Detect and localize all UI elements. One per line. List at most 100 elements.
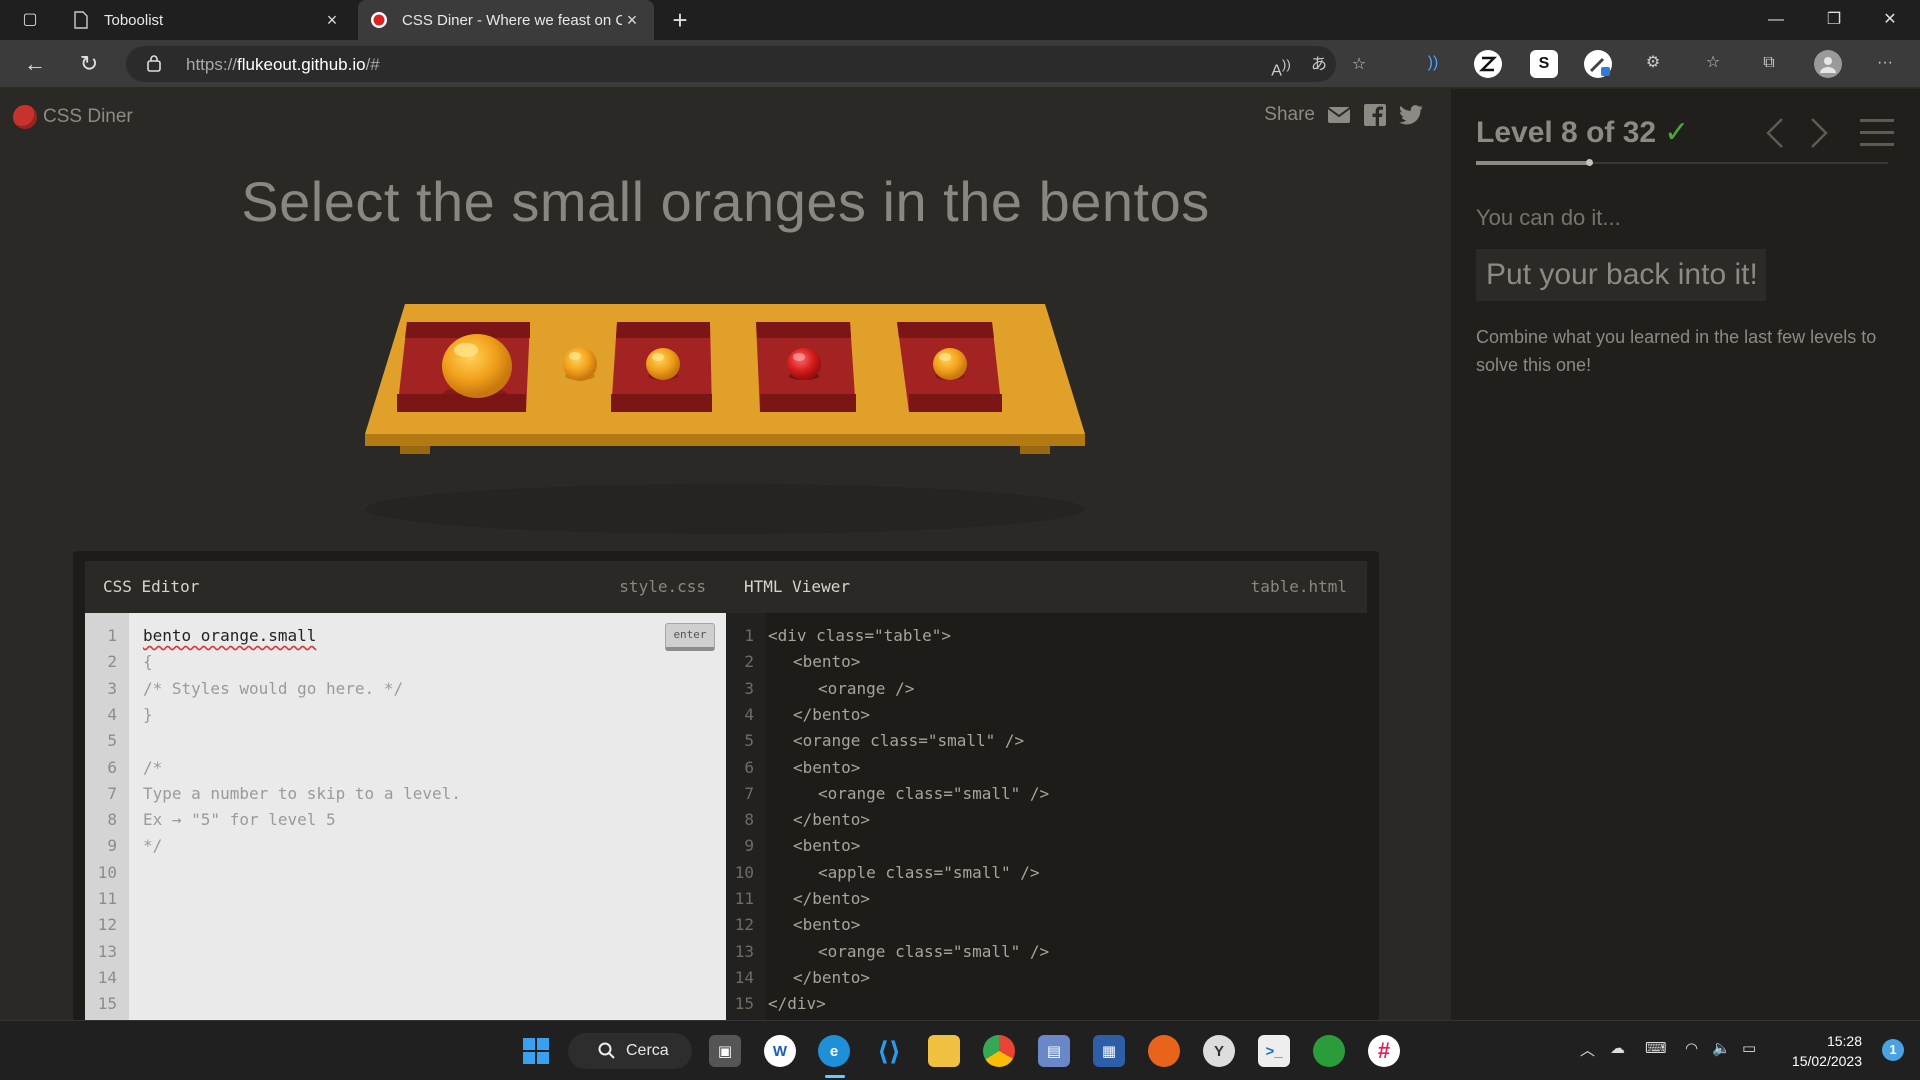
- extensions-puzzle-icon[interactable]: ⚙: [1640, 52, 1666, 74]
- previous-level-button[interactable]: [1765, 117, 1785, 154]
- task-view-icon[interactable]: ▣: [709, 1035, 741, 1067]
- signal-icon[interactable]: )): [1420, 52, 1446, 74]
- html-markup-line[interactable]: <bento>: [793, 912, 860, 938]
- tab-actions-icon[interactable]: ▢: [20, 10, 40, 30]
- html-markup-line[interactable]: </bento>: [793, 702, 870, 728]
- taskbar-clock[interactable]: 15:28 15/02/2023: [1792, 1031, 1862, 1071]
- html-markup-line[interactable]: <orange class="small" />: [793, 728, 1024, 754]
- next-level-button[interactable]: [1809, 117, 1829, 154]
- large-orange[interactable]: [442, 334, 512, 402]
- vscode-icon[interactable]: ⟨⟩: [873, 1035, 905, 1067]
- tab-css-diner[interactable]: CSS Diner - Where we feast on C ×: [358, 0, 654, 40]
- css-selector-input[interactable]: bento orange.small: [143, 623, 316, 649]
- new-tab-button[interactable]: +: [664, 4, 696, 36]
- dinner-table: [365, 304, 1085, 534]
- extension-s-icon[interactable]: S: [1530, 50, 1558, 78]
- html-markup-line[interactable]: <bento>: [793, 755, 860, 781]
- html-line-number: 3: [744, 678, 754, 698]
- back-button[interactable]: ←: [18, 48, 52, 80]
- html-line-number: 12: [734, 915, 754, 935]
- restore-button[interactable]: ❐: [1806, 0, 1862, 40]
- html-viewer-header: HTML Viewer table.html: [726, 561, 1367, 613]
- css-line-number: 6: [107, 757, 117, 777]
- css-line-number: 3: [107, 678, 117, 698]
- onedrive-icon[interactable]: ☁: [1610, 1039, 1625, 1057]
- edge-icon[interactable]: e: [818, 1035, 850, 1067]
- read-aloud-icon[interactable]: A)): [1268, 54, 1294, 79]
- html-markup-line[interactable]: <div class="table">: [768, 623, 951, 649]
- volume-icon[interactable]: 🔈: [1712, 1039, 1731, 1057]
- html-markup-line[interactable]: </bento>: [793, 807, 870, 833]
- profile-avatar[interactable]: [1814, 50, 1842, 78]
- address-input[interactable]: https://flukeout.github.io/# A)) あ ☆: [126, 46, 1366, 82]
- add-favorite-icon[interactable]: ☆: [1346, 54, 1372, 76]
- html-markup-line[interactable]: </bento>: [793, 886, 870, 912]
- clock-app-icon[interactable]: Y: [1203, 1035, 1235, 1067]
- facebook-icon[interactable]: [1363, 103, 1387, 127]
- close-tab-icon[interactable]: ×: [322, 10, 342, 31]
- slack-icon[interactable]: #: [1368, 1035, 1400, 1067]
- translate-icon[interactable]: あ: [1306, 54, 1332, 76]
- html-line-number: 8: [744, 810, 754, 830]
- database-app-icon[interactable]: ▤: [1038, 1035, 1070, 1067]
- site-logo[interactable]: CSS Diner: [13, 105, 133, 129]
- level-description: Combine what you learned in the last few…: [1476, 327, 1877, 375]
- logo-text: CSS Diner: [43, 106, 133, 127]
- battery-icon[interactable]: ▭: [1742, 1039, 1756, 1057]
- small-orange-in-bento[interactable]: [646, 348, 680, 380]
- firefox-icon[interactable]: [1148, 1035, 1180, 1067]
- tab-title: CSS Diner - Where we feast on C: [402, 11, 622, 29]
- html-markup-line[interactable]: <orange class="small" />: [818, 781, 1049, 807]
- small-orange-in-bento[interactable]: [933, 348, 967, 380]
- zotero-extension-icon[interactable]: [1474, 50, 1502, 78]
- tab-toboolist[interactable]: Toboolist ×: [60, 0, 354, 40]
- more-menu-icon[interactable]: ···: [1872, 52, 1898, 74]
- html-markup-line[interactable]: <apple class="small" />: [818, 860, 1040, 886]
- taskbar-search[interactable]: Cerca: [568, 1033, 692, 1069]
- css-code-line: {: [143, 652, 153, 672]
- html-markup-line[interactable]: </bento>: [793, 965, 870, 991]
- html-line-number: 11: [734, 889, 754, 908]
- windows-start-icon[interactable]: [520, 1035, 552, 1067]
- level-menu-icon[interactable]: [1860, 119, 1894, 149]
- refresh-button[interactable]: ↻: [72, 48, 106, 80]
- search-label: Cerca: [626, 1042, 669, 1059]
- html-markup-line[interactable]: <orange />: [818, 676, 914, 702]
- url-text: https://flukeout.github.io/#: [186, 55, 380, 74]
- html-markup-line[interactable]: <bento>: [793, 649, 860, 675]
- show-hidden-icons-icon[interactable]: ︿: [1580, 1039, 1595, 1060]
- remote-desktop-icon[interactable]: ▦: [1093, 1035, 1125, 1067]
- collections-icon[interactable]: ⧉: [1756, 52, 1782, 74]
- css-code-line: /* Styles would go here. */: [143, 678, 404, 698]
- css-editor[interactable]: 1 bento orange.small 2 {3 /* Styles would go…: [85, 613, 726, 1021]
- extension-avatar-icon[interactable]: [1584, 50, 1612, 78]
- html-markup-line[interactable]: <bento>: [793, 833, 860, 859]
- keyboard-icon[interactable]: ⌨: [1645, 1039, 1667, 1057]
- wifi-icon[interactable]: ◠: [1685, 1039, 1698, 1057]
- twitter-icon[interactable]: [1399, 103, 1423, 127]
- file-explorer-icon[interactable]: [928, 1035, 960, 1067]
- css-code-line: */: [143, 836, 163, 856]
- small-orange-on-table[interactable]: [563, 347, 597, 381]
- html-markup-line[interactable]: <orange class="small" />: [818, 939, 1049, 965]
- html-markup-line[interactable]: </div>: [768, 991, 826, 1017]
- editor-panel: CSS Editor style.css HTML Viewer table.h…: [73, 551, 1379, 1021]
- favorites-icon[interactable]: ☆: [1700, 52, 1726, 74]
- address-bar-row: ← ↻ https://flukeout.github.io/# A)) あ ☆…: [0, 40, 1920, 88]
- minimize-button[interactable]: —: [1748, 0, 1804, 40]
- email-icon[interactable]: [1327, 103, 1351, 127]
- enter-button[interactable]: enter: [665, 623, 715, 651]
- css-line-number: 2: [107, 652, 117, 672]
- small-apple-in-bento[interactable]: [787, 348, 821, 380]
- chrome-icon[interactable]: [983, 1035, 1015, 1067]
- html-line-number: 14: [734, 967, 754, 987]
- close-window-button[interactable]: ✕: [1862, 0, 1918, 40]
- widgets-icon[interactable]: W: [764, 1035, 796, 1067]
- css-editor-header: CSS Editor style.css: [85, 561, 726, 613]
- html-viewer[interactable]: 1 <div class="table"> 2 <bento> 3 <orange /> 4…: [726, 613, 1367, 1021]
- evernote-icon[interactable]: [1313, 1035, 1345, 1067]
- notification-badge[interactable]: 1: [1882, 1039, 1904, 1061]
- search-icon: [598, 1042, 615, 1059]
- close-tab-icon[interactable]: ×: [622, 10, 642, 31]
- terminal-icon[interactable]: >_: [1258, 1035, 1290, 1067]
